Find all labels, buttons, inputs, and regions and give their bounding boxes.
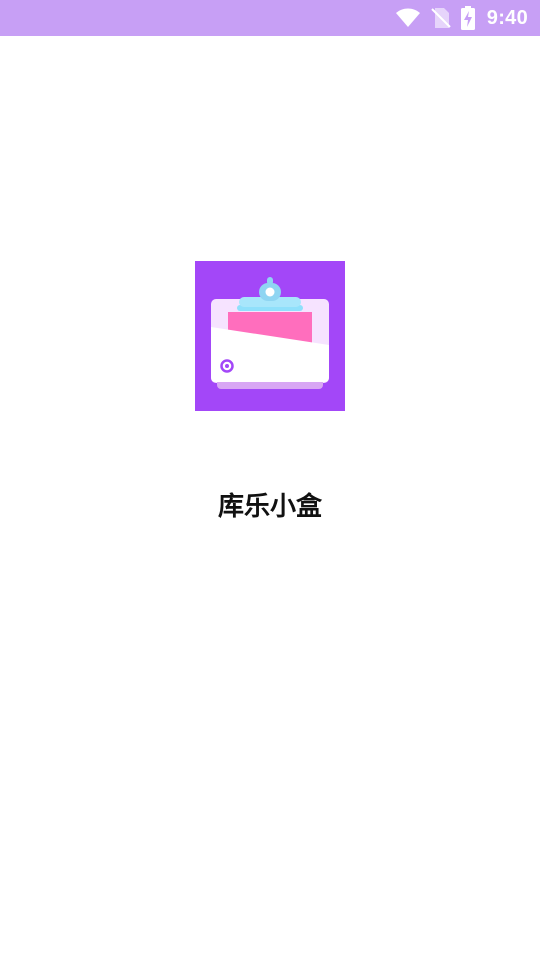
app-name: 库乐小盒 (217, 492, 322, 522)
app-logo (195, 261, 345, 411)
status-icons: 9:40 (395, 0, 528, 36)
wifi-icon (395, 8, 421, 28)
status-time: 9:40 (486, 6, 528, 29)
clipboard-box-icon (195, 261, 345, 411)
no-sim-icon (431, 7, 451, 29)
battery-charging-icon (460, 6, 475, 30)
status-bar: 9:40 (0, 0, 540, 36)
